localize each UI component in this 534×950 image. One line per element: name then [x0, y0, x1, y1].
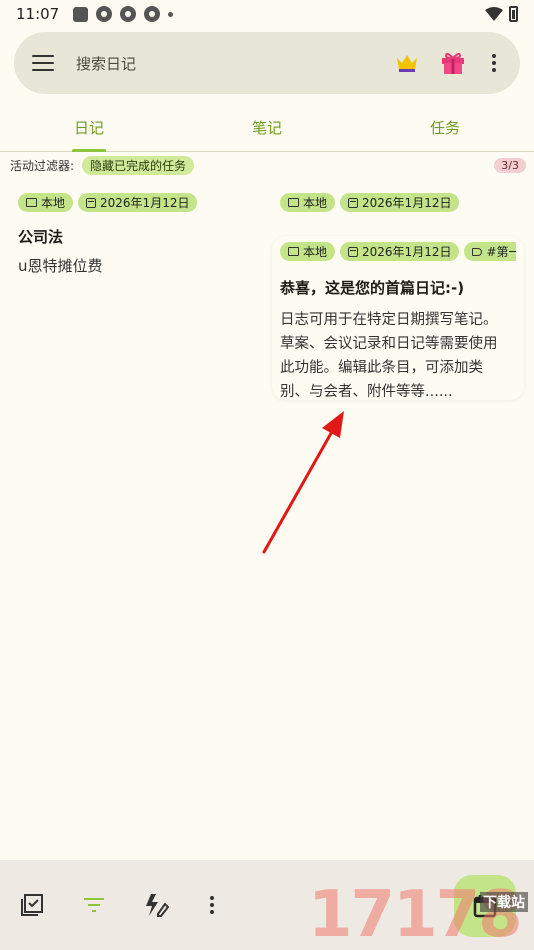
entry-chips: 本地 2026年1月12日 #第一: [280, 242, 516, 261]
journal-entry-card[interactable]: 本地 2026年1月12日 公司法 u恩特摊位费: [18, 193, 268, 276]
date-chip: 2026年1月12日: [340, 242, 460, 261]
notification-gear-icon: [96, 6, 113, 22]
search-bar[interactable]: 搜索日记: [14, 32, 520, 94]
entry-chips: 本地 2026年1月12日: [280, 193, 520, 212]
date-chip: 2026年1月12日: [340, 193, 460, 212]
entry-summary: 日志可用于在特定日期撰写笔记。草案、会议记录和日记等需要使用此功能。编辑此条目，…: [280, 312, 498, 400]
collection-chip: 本地: [18, 193, 74, 212]
gift-icon[interactable]: [440, 50, 466, 76]
calendar-icon: [348, 197, 359, 208]
wifi-icon: [485, 7, 503, 21]
app-notification-icon: [73, 6, 89, 22]
more-actions-icon[interactable]: [204, 896, 220, 914]
filter-icon[interactable]: [80, 891, 108, 919]
calendar-icon: [348, 246, 359, 257]
search-input[interactable]: 搜索日记: [76, 53, 394, 74]
tab-tasks[interactable]: 任务: [356, 100, 534, 151]
menu-icon[interactable]: [32, 55, 54, 71]
crown-icon[interactable]: [394, 50, 420, 76]
calendar-icon: [86, 197, 97, 208]
notification-gear-icon: [144, 6, 161, 22]
watermark-digits: 17178: [308, 878, 523, 950]
status-time: 11:07: [16, 5, 60, 23]
system-icons: [485, 6, 518, 22]
status-bar: 11:07: [0, 0, 534, 28]
tab-journal[interactable]: 日记: [0, 100, 178, 151]
collection-chip: 本地: [280, 193, 336, 212]
tag-icon: [472, 247, 483, 256]
tab-bar: 日记 笔记 任务: [0, 100, 534, 152]
notification-icons: [73, 6, 174, 22]
journal-entry-header[interactable]: 本地 2026年1月12日: [280, 193, 520, 212]
collection-chip: 本地: [280, 242, 336, 261]
quick-edit-icon[interactable]: [142, 891, 170, 919]
active-filter-row: 活动过滤器: 隐藏已完成的任务 3/3: [10, 155, 526, 175]
folder-icon: [26, 198, 37, 207]
entry-chips: 本地 2026年1月12日: [18, 193, 268, 212]
filter-count-badge: 3/3: [494, 157, 526, 173]
watermark: 17178 下载站: [308, 880, 534, 950]
tab-notes[interactable]: 笔记: [178, 100, 356, 151]
date-chip: 2026年1月12日: [78, 193, 198, 212]
journal-entry-card[interactable]: 本地 2026年1月12日 #第一 恭喜，这是您的首篇日记:-) 日志可用于在特…: [272, 236, 524, 400]
filter-chip[interactable]: 隐藏已完成的任务: [82, 155, 195, 175]
filter-label: 活动过滤器:: [10, 158, 75, 173]
notification-gear-icon: [120, 6, 137, 22]
entry-title: 公司法: [18, 228, 64, 246]
folder-icon: [288, 198, 299, 207]
more-notifications-icon: [168, 11, 174, 17]
category-chip: #第一: [464, 242, 516, 261]
checklist-icon[interactable]: [18, 891, 46, 919]
watermark-text: 下载站: [480, 892, 528, 912]
entry-title: 恭喜，这是您的首篇日记:-): [280, 279, 465, 297]
more-options-icon[interactable]: [486, 54, 502, 72]
folder-icon: [288, 247, 299, 256]
battery-icon: [509, 6, 518, 22]
entry-summary: u恩特摊位费: [18, 257, 103, 275]
